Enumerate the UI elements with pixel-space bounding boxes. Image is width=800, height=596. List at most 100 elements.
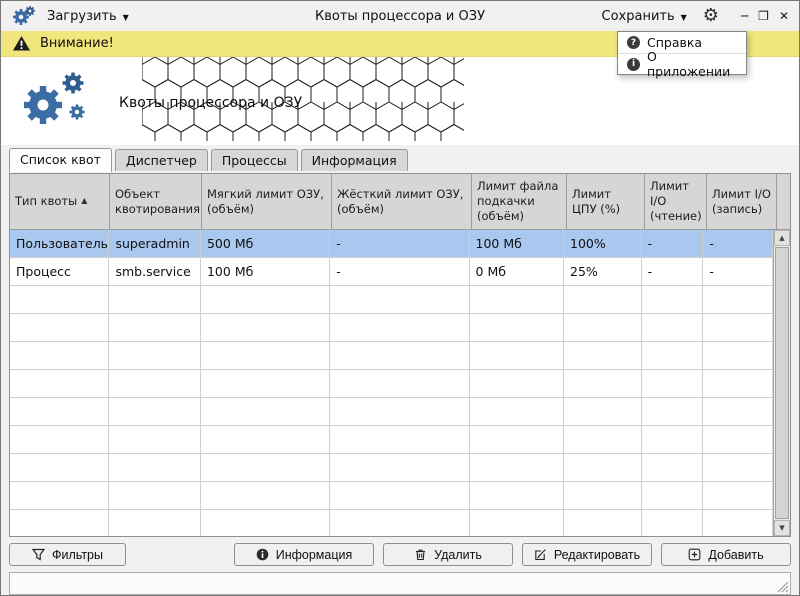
- information-button[interactable]: Информация: [234, 543, 374, 566]
- column-header[interactable]: Лимит ЦПУ (%): [567, 174, 645, 230]
- table-cell: [109, 398, 201, 426]
- close-button[interactable]: ✕: [779, 9, 789, 23]
- tab-processes[interactable]: Процессы: [211, 149, 298, 171]
- menu-item-about[interactable]: i О приложении: [618, 53, 746, 74]
- edit-button[interactable]: Редактировать: [522, 543, 652, 566]
- column-header[interactable]: Объект квотирования: [110, 174, 202, 230]
- save-button-label: Сохранить: [602, 9, 675, 24]
- plus-square-icon: [688, 548, 701, 561]
- table-row-empty: [10, 482, 773, 510]
- table-row[interactable]: Пользовательsuperadmin500 Мб-100 Мб100%-…: [10, 230, 773, 258]
- table-cell: [10, 510, 109, 536]
- header-filler: [777, 174, 790, 230]
- table-cell: [703, 454, 773, 482]
- info-circle-icon: i: [627, 58, 640, 71]
- table-cell: [330, 482, 469, 510]
- column-header[interactable]: Лимит I/O (запись): [707, 174, 777, 230]
- table-cell: superadmin: [109, 230, 201, 258]
- table-cell: [470, 314, 565, 342]
- table-cell: 0 Мб: [470, 258, 565, 286]
- table-cell: [201, 482, 330, 510]
- table-cell: [470, 370, 565, 398]
- scroll-down-button[interactable]: ▼: [774, 520, 790, 536]
- scroll-up-button[interactable]: ▲: [774, 230, 790, 246]
- table-cell: [642, 454, 704, 482]
- tab-strip: Список квот Диспетчер Процессы Информаци…: [1, 145, 799, 171]
- table-cell: [201, 510, 330, 536]
- table-cell: [703, 398, 773, 426]
- table-cell: [109, 510, 201, 536]
- table-cell: [564, 510, 642, 536]
- table-cell: [109, 370, 201, 398]
- table-cell: [109, 342, 201, 370]
- table-cell: [703, 342, 773, 370]
- table-cell: [10, 342, 109, 370]
- maximize-button[interactable]: ❐: [758, 9, 769, 23]
- table-cell: [564, 426, 642, 454]
- save-button[interactable]: Сохранить ▼: [602, 9, 687, 24]
- app-logo-gears-icon: [13, 69, 97, 135]
- tab-quota-list[interactable]: Список квот: [9, 148, 112, 172]
- table-cell: [642, 286, 704, 314]
- table-cell: [564, 454, 642, 482]
- menu-item-label: Справка: [647, 35, 702, 50]
- table-cell: [703, 482, 773, 510]
- column-header[interactable]: Тип квоты▲: [10, 174, 110, 230]
- table-cell: [201, 426, 330, 454]
- table-cell: [470, 398, 565, 426]
- filters-button-label: Фильтры: [52, 548, 103, 562]
- table-cell: 500 Мб: [201, 230, 330, 258]
- menu-item-label: О приложении: [647, 49, 737, 79]
- minimize-button[interactable]: ─: [741, 9, 748, 23]
- column-header[interactable]: Лимит файла подкачки (объём): [472, 174, 567, 230]
- table-cell: [330, 314, 469, 342]
- filter-funnel-icon: [32, 548, 45, 561]
- delete-button[interactable]: Удалить: [383, 543, 513, 566]
- table-cell: -: [703, 258, 773, 286]
- table-cell: -: [642, 258, 704, 286]
- table-cell: [642, 342, 704, 370]
- tab-information[interactable]: Информация: [301, 149, 408, 171]
- filters-button[interactable]: Фильтры: [9, 543, 126, 566]
- warning-text: Внимание!: [40, 36, 114, 51]
- add-button-label: Добавить: [708, 548, 763, 562]
- column-header[interactable]: Лимит I/O (чтение): [645, 174, 707, 230]
- scrollbar-thumb[interactable]: [775, 247, 789, 519]
- table-body: Пользовательsuperadmin500 Мб-100 Мб100%-…: [10, 230, 773, 536]
- column-header[interactable]: Мягкий лимит ОЗУ, (объём): [202, 174, 332, 230]
- table-cell: [642, 314, 704, 342]
- table-cell: [10, 286, 109, 314]
- resize-grip[interactable]: [776, 580, 789, 593]
- table-cell: 100 Мб: [470, 230, 565, 258]
- table-cell: smb.service: [109, 258, 201, 286]
- table-cell: [470, 342, 565, 370]
- settings-gear-icon[interactable]: ⚙: [703, 7, 719, 25]
- tab-dispatcher[interactable]: Диспетчер: [115, 149, 208, 171]
- table-cell: [330, 454, 469, 482]
- add-button[interactable]: Добавить: [661, 543, 791, 566]
- table-cell: [201, 286, 330, 314]
- table-cell: 100 Мб: [201, 258, 330, 286]
- vertical-scrollbar[interactable]: ▲ ▼: [773, 230, 790, 536]
- table-row[interactable]: Процессsmb.service100 Мб-0 Мб25%--: [10, 258, 773, 286]
- table-cell: [703, 314, 773, 342]
- help-circle-icon: ?: [627, 36, 640, 49]
- chevron-down-icon: ▼: [123, 13, 129, 22]
- table-cell: [201, 398, 330, 426]
- table-cell: [109, 286, 201, 314]
- table-cell: [642, 370, 704, 398]
- table-cell: [109, 454, 201, 482]
- load-button[interactable]: Загрузить ▼: [47, 9, 129, 24]
- table-cell: -: [330, 258, 469, 286]
- table-cell: [642, 426, 704, 454]
- table-cell: [470, 454, 565, 482]
- table-cell: [564, 342, 642, 370]
- table-cell: [642, 510, 704, 536]
- info-circle-icon: [256, 548, 269, 561]
- column-header[interactable]: Жёсткий лимит ОЗУ, (объём): [332, 174, 472, 230]
- titlebar: Загрузить ▼ Квоты процессора и ОЗУ Сохра…: [1, 1, 799, 31]
- table-cell: [201, 342, 330, 370]
- table-cell: [201, 370, 330, 398]
- table-cell: [642, 398, 704, 426]
- table-cell: [10, 426, 109, 454]
